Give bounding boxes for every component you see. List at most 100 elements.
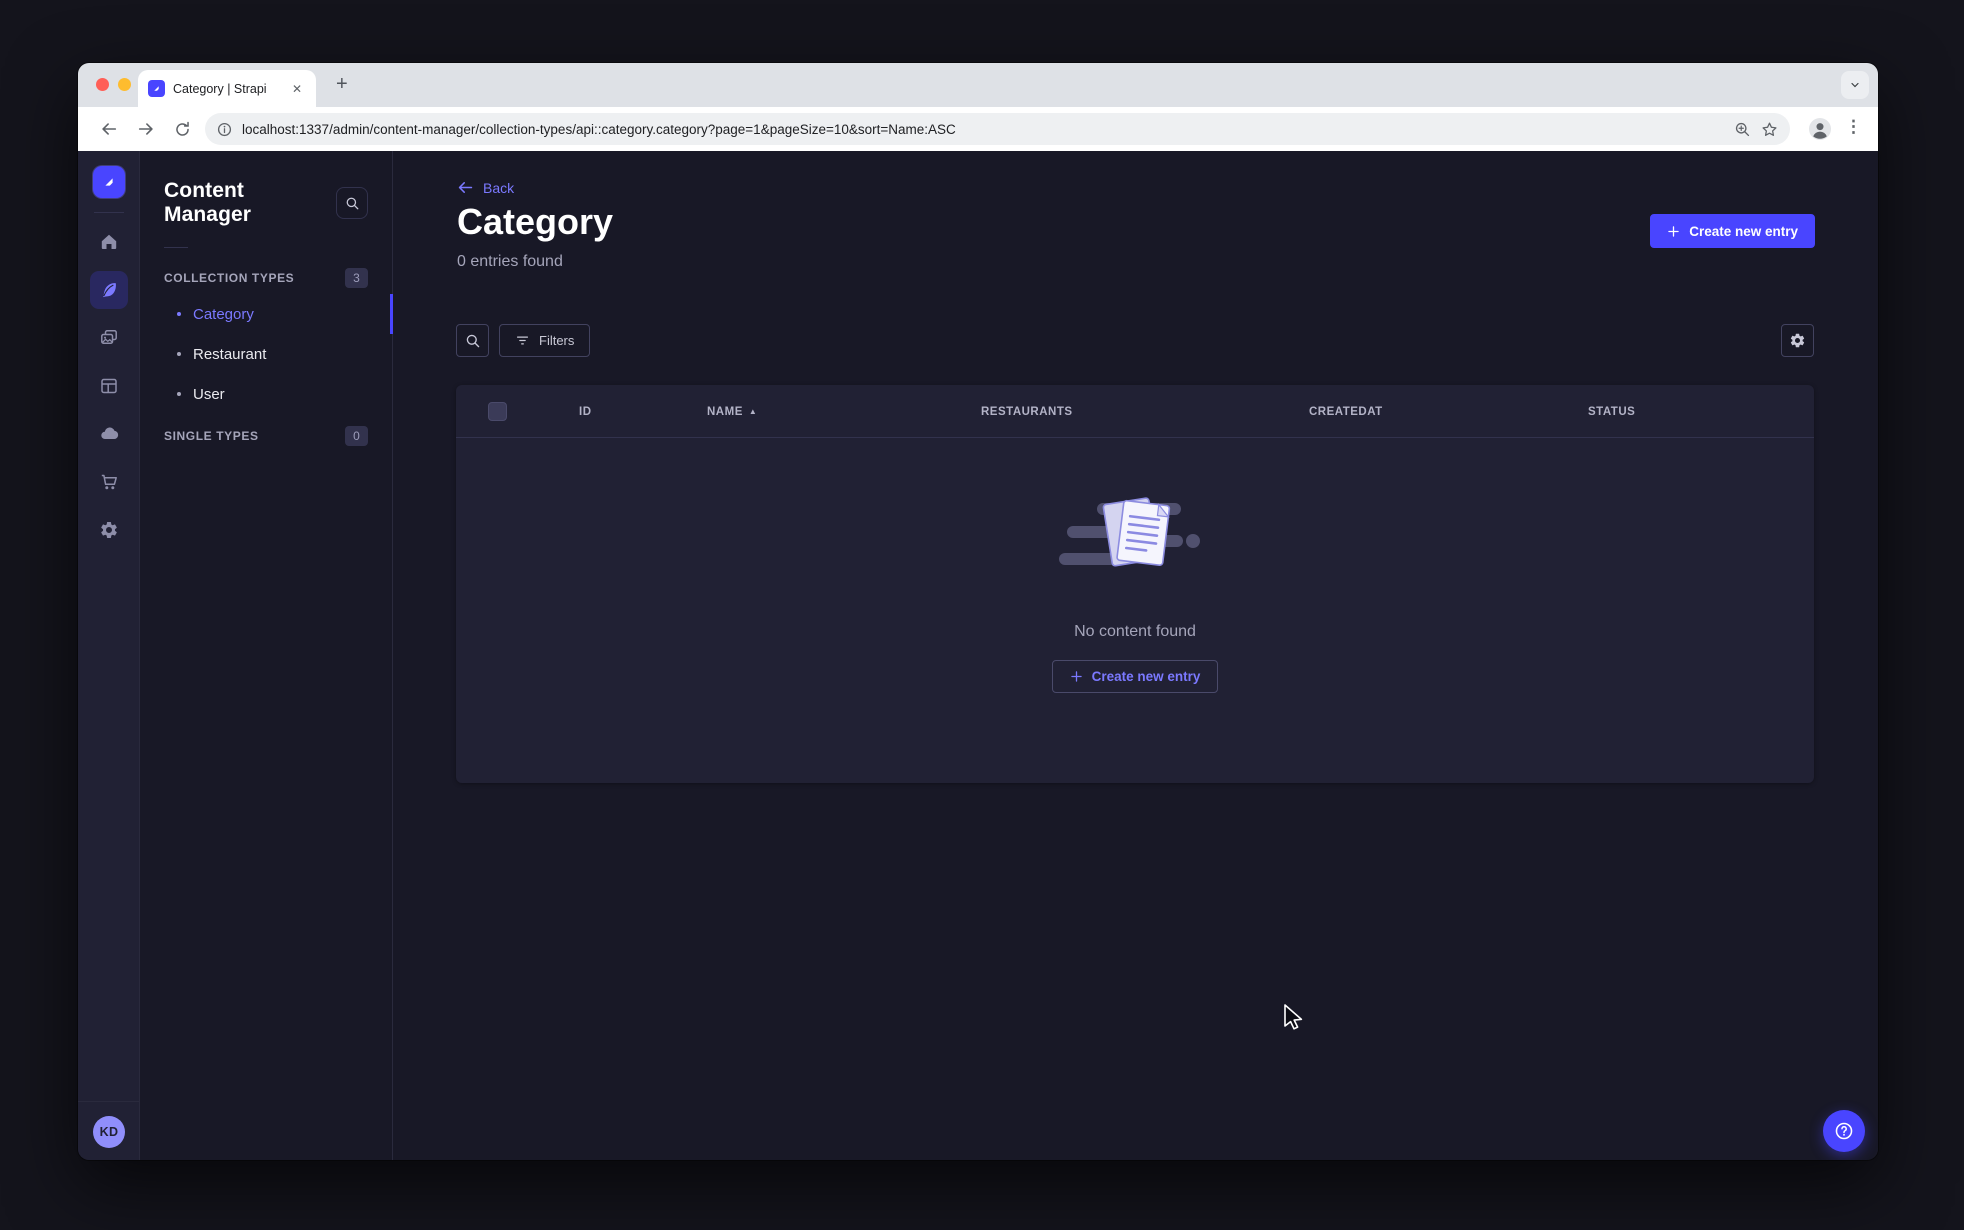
bullet-icon	[177, 352, 181, 356]
empty-state-message: No content found	[1074, 623, 1196, 640]
nav-marketplace-button[interactable]	[90, 463, 128, 501]
bullet-icon	[177, 392, 181, 396]
info-icon[interactable]	[217, 122, 232, 137]
sidebar-item-category[interactable]: Category	[140, 294, 393, 334]
table-search-button[interactable]	[456, 324, 489, 357]
column-header-restaurants[interactable]: RESTAURANTS	[981, 385, 1073, 438]
url-text[interactable]: localhost:1337/admin/content-manager/col…	[242, 122, 1724, 137]
sidebar-item-label: User	[193, 385, 225, 403]
nav-deploy-button[interactable]	[90, 415, 128, 453]
nav-content-manager-button[interactable]	[89, 271, 128, 309]
shopping-cart-icon	[101, 474, 117, 490]
entries-table-card: ID NAME ▲ RESTAURANTS CREATEDAT STATUS N…	[456, 385, 1814, 783]
main-nav-rail: KD	[78, 151, 140, 1160]
chevron-down-icon	[1851, 82, 1859, 88]
main-content: Back Category 0 entries found Create new…	[393, 151, 1878, 1160]
arrow-left-icon	[102, 123, 117, 135]
sidebar-item-user[interactable]: User	[140, 374, 392, 414]
reload-button[interactable]	[171, 118, 193, 140]
browser-profile-button[interactable]	[1808, 117, 1832, 146]
content-manager-subnav: Content Manager COLLECTION TYPES 3 Categ…	[140, 151, 393, 1160]
browser-window: Category | Strapi ✕ + localhost:1337/adm…	[78, 63, 1878, 1160]
select-all-checkbox[interactable]	[488, 402, 507, 421]
question-mark-icon	[1835, 1122, 1853, 1140]
bullet-icon	[177, 312, 181, 316]
browser-menu-button[interactable]: ⋮	[1845, 117, 1862, 137]
plus-icon	[1668, 225, 1679, 237]
back-label: Back	[483, 179, 515, 196]
empty-create-new-entry-button[interactable]: Create new entry	[1051, 660, 1219, 693]
url-bar[interactable]: localhost:1337/admin/content-manager/col…	[205, 113, 1790, 145]
new-tab-button[interactable]: +	[330, 73, 354, 95]
subnav-search-button[interactable]	[336, 187, 368, 219]
view-settings-button[interactable]	[1781, 324, 1814, 357]
arrow-right-icon	[138, 123, 153, 135]
column-header-createdat[interactable]: CREATEDAT	[1309, 385, 1383, 438]
search-icon	[466, 334, 479, 347]
nav-settings-button[interactable]	[90, 511, 128, 549]
filters-button[interactable]: Filters	[499, 324, 591, 357]
gear-icon	[1790, 333, 1805, 348]
create-new-entry-button[interactable]: Create new entry	[1650, 214, 1815, 248]
empty-state: No content found Create new entry	[456, 493, 1814, 693]
bookmark-star-icon[interactable]	[1761, 121, 1778, 138]
entries-count: 0 entries found	[457, 253, 563, 270]
arrow-left-icon	[458, 182, 473, 193]
subnav-title: Content Manager	[164, 179, 252, 226]
column-header-id[interactable]: ID	[579, 385, 592, 438]
layout-icon	[100, 378, 117, 394]
plus-icon	[1070, 671, 1082, 682]
strapi-app: KD Content Manager COLLECTION TYPES 3 Ca…	[78, 151, 1878, 1160]
empty-state-illustration	[1059, 497, 1200, 567]
sidebar-item-label: Restaurant	[193, 345, 267, 363]
mouse-cursor	[1284, 1004, 1303, 1030]
nav-footer-divider	[78, 1101, 139, 1102]
gear-icon	[100, 522, 117, 538]
minimize-window-button[interactable]	[118, 78, 131, 91]
strapi-logo[interactable]	[92, 166, 125, 198]
nav-divider	[93, 212, 124, 213]
back-nav-button[interactable]	[98, 118, 120, 140]
subnav-divider	[164, 247, 188, 248]
home-icon	[101, 234, 116, 249]
strapi-favicon	[148, 80, 165, 97]
column-header-status[interactable]: STATUS	[1588, 385, 1635, 438]
browser-toolbar: localhost:1337/admin/content-manager/col…	[78, 107, 1878, 151]
zoom-page-icon[interactable]	[1734, 121, 1751, 138]
empty-create-button-label: Create new entry	[1091, 669, 1201, 684]
single-types-count-badge: 0	[345, 426, 368, 446]
strapi-logo-icon	[104, 178, 113, 186]
nav-home-button[interactable]	[90, 223, 128, 261]
filter-icon	[516, 336, 529, 345]
sidebar-item-restaurant[interactable]: Restaurant	[140, 334, 392, 374]
nav-content-type-builder-button[interactable]	[90, 367, 128, 405]
create-button-label: Create new entry	[1689, 223, 1798, 239]
collection-types-label: COLLECTION TYPES	[164, 271, 295, 285]
nav-media-library-button[interactable]	[90, 319, 128, 357]
profile-avatar-icon	[1809, 118, 1831, 140]
forward-nav-button[interactable]	[135, 118, 157, 140]
feather-icon	[102, 283, 116, 298]
back-link[interactable]: Back	[457, 179, 514, 196]
browser-tab-bar: Category | Strapi ✕ +	[78, 63, 1878, 107]
user-avatar[interactable]: KD	[93, 1116, 125, 1148]
tab-search-button[interactable]	[1841, 71, 1869, 99]
sidebar-item-label: Category	[193, 305, 254, 323]
cloud-icon	[100, 427, 118, 440]
tab-title: Category | Strapi	[173, 81, 267, 96]
browser-tab[interactable]: Category | Strapi ✕	[138, 70, 316, 107]
reload-icon	[175, 121, 189, 136]
help-button[interactable]	[1823, 1110, 1865, 1152]
page-title: Category	[457, 201, 614, 242]
close-window-button[interactable]	[96, 78, 109, 91]
images-icon	[100, 330, 117, 344]
filters-label: Filters	[539, 333, 575, 348]
single-types-section: SINGLE TYPES 0	[140, 420, 392, 452]
collection-types-section: COLLECTION TYPES 3	[140, 262, 392, 294]
collection-types-count-badge: 3	[345, 268, 368, 288]
table-header-row: ID NAME ▲ RESTAURANTS CREATEDAT STATUS	[456, 385, 1814, 438]
close-tab-icon[interactable]: ✕	[288, 80, 306, 98]
column-header-name[interactable]: NAME ▲	[707, 385, 757, 438]
single-types-label: SINGLE TYPES	[164, 429, 259, 443]
sort-asc-icon[interactable]: ▲	[749, 407, 757, 416]
